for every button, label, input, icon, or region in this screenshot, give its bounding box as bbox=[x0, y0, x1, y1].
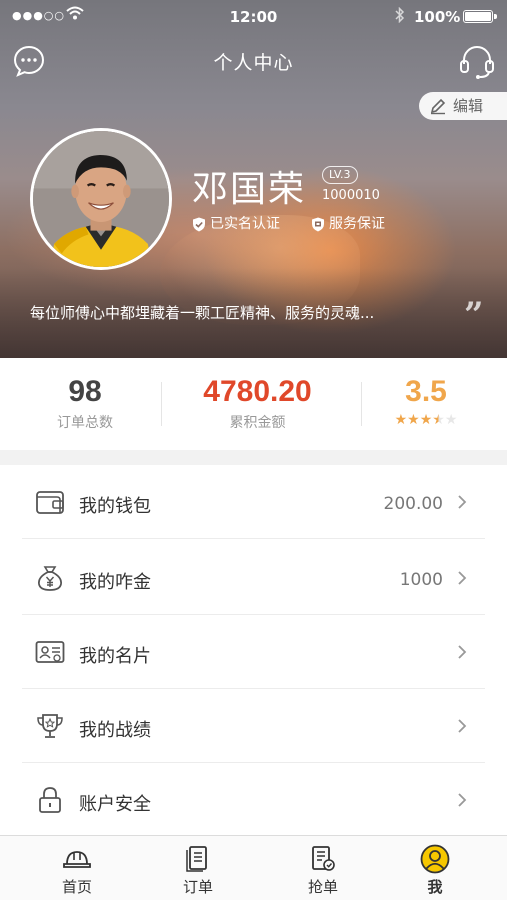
menu-item-wallet[interactable]: 我的钱包 200.00 bbox=[0, 465, 507, 539]
pencil-icon bbox=[430, 98, 446, 115]
order-document-icon bbox=[186, 846, 207, 872]
page-title: 个人中心 bbox=[213, 52, 294, 74]
menu-value: 1000 bbox=[399, 570, 443, 590]
battery-icon bbox=[463, 10, 497, 23]
business-card-icon bbox=[35, 641, 65, 663]
menu-label: 我的咋金 bbox=[79, 572, 151, 593]
menu-item-deposit[interactable]: 我的咋金 1000 bbox=[0, 541, 507, 615]
star-icon: ★ bbox=[394, 412, 408, 428]
chevron-right-icon bbox=[458, 571, 467, 585]
user-name: 邓国荣 bbox=[192, 169, 307, 210]
rating-stars: ★★★★★ bbox=[345, 412, 507, 428]
guarantee-shield-icon bbox=[312, 217, 324, 231]
profile-header: ●●●○○ 12:00 100% 个人中心 编辑 邓国荣 LV.3 100001… bbox=[0, 0, 507, 358]
user-profile-icon bbox=[420, 844, 450, 874]
status-bar: ●●●○○ 12:00 100% bbox=[0, 0, 507, 34]
star-icon: ★ bbox=[444, 412, 458, 428]
stat-rating[interactable]: 3.5 ★★★★★ bbox=[345, 374, 507, 428]
chevron-right-icon bbox=[458, 719, 467, 733]
menu-item-account-security[interactable]: 账户安全 bbox=[0, 763, 507, 837]
verified-badge: 已实名认证 bbox=[192, 213, 280, 233]
user-id: 1000010 bbox=[322, 188, 380, 203]
motto-text: 每位师傅心中都埋藏着一颗工匠精神、服务的灵魂... bbox=[30, 304, 375, 322]
tab-bar: 首页 订单 抢单 我 bbox=[0, 835, 507, 900]
tab-home[interactable]: 首页 bbox=[14, 836, 140, 900]
chevron-right-icon bbox=[458, 793, 467, 807]
quote-icon: ” bbox=[464, 295, 484, 335]
tab-label: 订单 bbox=[182, 878, 213, 896]
menu-value: 200.00 bbox=[383, 494, 443, 514]
order-count-value: 98 bbox=[68, 375, 102, 408]
wallet-icon bbox=[36, 491, 64, 514]
tab-orders[interactable]: 订单 bbox=[135, 836, 261, 900]
menu-label: 账户安全 bbox=[79, 794, 151, 815]
edit-label: 编辑 bbox=[453, 97, 484, 115]
tab-grab-order[interactable]: 抢单 bbox=[260, 836, 386, 900]
tab-label: 首页 bbox=[61, 878, 92, 896]
battery-percent: 100% bbox=[414, 8, 461, 26]
lock-icon bbox=[39, 787, 61, 813]
total-amount-label: 累积金额 bbox=[229, 415, 286, 431]
order-count-label: 订单总数 bbox=[57, 415, 113, 431]
headset-icon[interactable] bbox=[458, 42, 496, 80]
divider bbox=[161, 382, 162, 426]
tab-label: 我 bbox=[427, 878, 443, 896]
menu-label: 我的名片 bbox=[79, 646, 151, 667]
chevron-right-icon bbox=[458, 645, 467, 659]
tab-label: 抢单 bbox=[307, 878, 338, 896]
half-star-icon: ★ bbox=[432, 412, 445, 428]
edit-profile-button[interactable]: 编辑 bbox=[419, 92, 507, 120]
grab-order-icon bbox=[312, 846, 335, 871]
stat-order-count[interactable]: 98 订单总数 bbox=[0, 374, 170, 432]
service-guarantee-badge: 服务保证 bbox=[311, 213, 385, 233]
trophy-icon bbox=[37, 714, 63, 738]
service-label: 服务保证 bbox=[329, 216, 385, 232]
total-amount-value: 4780.20 bbox=[203, 375, 312, 408]
divider bbox=[22, 538, 485, 539]
menu-label: 我的战绩 bbox=[79, 720, 151, 741]
star-icon: ★ bbox=[407, 412, 420, 428]
stat-total-amount[interactable]: 4780.20 累积金额 bbox=[170, 374, 345, 432]
bluetooth-icon bbox=[395, 6, 405, 27]
avatar[interactable] bbox=[30, 128, 172, 270]
money-bag-icon bbox=[38, 566, 62, 591]
helmet-icon bbox=[63, 851, 91, 868]
star-icon: ★ bbox=[419, 412, 433, 428]
menu-item-business-card[interactable]: 我的名片 bbox=[0, 615, 507, 689]
shield-check-icon bbox=[193, 217, 205, 231]
menu-list: 我的钱包 200.00 我的咋金 1000 我的名片 我的战绩 账户安全 bbox=[0, 465, 507, 835]
chevron-right-icon bbox=[458, 495, 467, 509]
menu-item-achievements[interactable]: 我的战绩 bbox=[0, 689, 507, 763]
tab-me[interactable]: 我 bbox=[372, 836, 498, 900]
verified-label: 已实名认证 bbox=[210, 216, 280, 232]
menu-label: 我的钱包 bbox=[79, 496, 151, 517]
stats-panel: 98 订单总数 4780.20 累积金额 3.5 ★★★★★ bbox=[0, 358, 507, 450]
rating-value: 3.5 bbox=[405, 375, 447, 408]
level-badge: LV.3 bbox=[322, 166, 358, 184]
